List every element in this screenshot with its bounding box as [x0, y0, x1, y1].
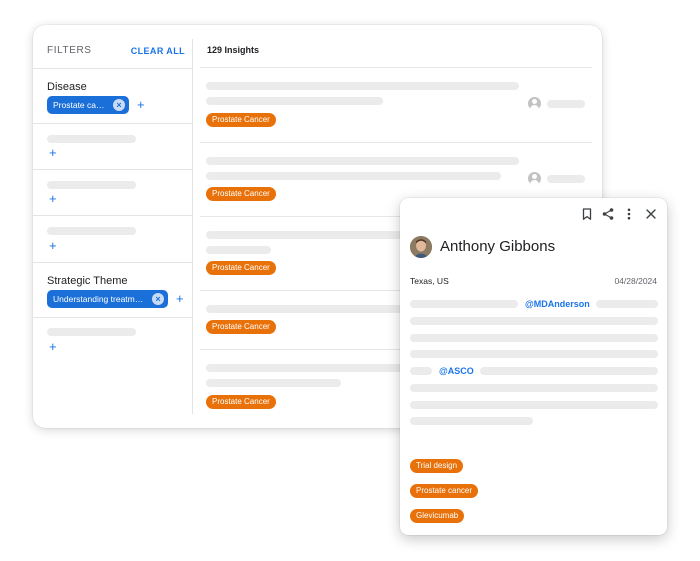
post-date: 04/28/2024	[614, 276, 657, 286]
detail-tag[interactable]: Glevicumab	[410, 509, 465, 523]
insight-tag[interactable]: Prostate Cancer	[206, 320, 276, 334]
close-circle-icon[interactable]: ×	[152, 293, 164, 305]
placeholder-bar	[547, 100, 585, 108]
plus-icon[interactable]: +	[49, 146, 57, 159]
author-name: Anthony Gibbons	[440, 238, 556, 255]
insight-detail-card: Anthony Gibbons Texas, US 04/28/2024 @MD…	[400, 198, 667, 535]
filter-group-placeholder: +	[33, 215, 193, 262]
detail-tag[interactable]: Prostate cancer	[410, 484, 479, 498]
filter-chip-prostate-cancer[interactable]: Prostate cancer ×	[47, 96, 129, 114]
filter-group-label: Disease	[47, 81, 87, 93]
filter-chip-label: Prostate cancer	[53, 100, 107, 110]
detail-tag[interactable]: Trial design	[410, 459, 464, 473]
plus-icon[interactable]: +	[137, 98, 145, 111]
clear-all-button[interactable]: CLEAR ALL	[131, 46, 185, 56]
bookmark-icon[interactable]	[580, 207, 594, 221]
insight-tag[interactable]: Prostate Cancer	[206, 261, 276, 275]
placeholder-bar	[47, 227, 136, 235]
placeholder-bar	[480, 367, 658, 375]
plus-icon[interactable]: +	[49, 239, 57, 252]
filters-title: FILTERS	[47, 45, 92, 56]
user-icon	[528, 97, 541, 110]
close-icon[interactable]	[644, 207, 658, 221]
placeholder-bar	[206, 364, 406, 372]
plus-icon[interactable]: +	[176, 292, 184, 305]
avatar	[410, 236, 432, 258]
placeholder-bar	[47, 328, 136, 336]
filters-sidebar: FILTERS CLEAR ALL Disease Prostate cance…	[33, 25, 193, 428]
placeholder-bar	[410, 401, 658, 409]
mention-link[interactable]: @MDAnderson	[525, 299, 590, 309]
placeholder-bar	[47, 181, 136, 189]
insight-tag[interactable]: Prostate Cancer	[206, 113, 276, 127]
placeholder-bar	[206, 231, 406, 239]
filter-chip-label: Understanding treatment...	[53, 294, 146, 304]
sidebar-divider	[192, 39, 193, 414]
mention-link[interactable]: @ASCO	[439, 366, 474, 376]
user-icon	[528, 172, 541, 185]
divider	[200, 67, 592, 68]
close-circle-icon[interactable]: ×	[113, 99, 125, 111]
share-icon[interactable]	[601, 207, 615, 221]
placeholder-bar	[206, 246, 271, 254]
placeholder-bar	[206, 379, 341, 387]
placeholder-bar	[410, 417, 533, 425]
more-vert-icon[interactable]	[622, 207, 636, 221]
plus-icon[interactable]: +	[49, 340, 57, 353]
placeholder-bar	[206, 157, 519, 165]
filter-group-strategic-theme: Strategic Theme Understanding treatment.…	[33, 262, 193, 317]
filter-group-label: Strategic Theme	[47, 275, 128, 287]
placeholder-bar	[410, 317, 658, 325]
plus-icon[interactable]: +	[49, 192, 57, 205]
filter-group-placeholder: +	[33, 123, 193, 169]
placeholder-bar	[410, 300, 518, 308]
placeholder-bar	[410, 384, 658, 392]
placeholder-bar	[410, 350, 658, 358]
author-location: Texas, US	[410, 276, 449, 286]
placeholder-bar	[206, 305, 406, 313]
divider	[200, 142, 592, 143]
placeholder-bar	[206, 172, 501, 180]
placeholder-bar	[47, 135, 136, 143]
placeholder-bar	[206, 82, 519, 90]
placeholder-bar	[596, 300, 658, 308]
filter-group-placeholder: +	[33, 317, 193, 363]
placeholder-bar	[206, 97, 383, 105]
insight-tag[interactable]: Prostate Cancer	[206, 187, 276, 201]
placeholder-bar	[410, 367, 432, 375]
insight-tag[interactable]: Prostate Cancer	[206, 395, 276, 409]
insights-count: 129 Insights	[207, 45, 260, 55]
filter-chip-strategic-theme[interactable]: Understanding treatment... ×	[47, 290, 168, 308]
placeholder-bar	[547, 175, 585, 183]
filter-group-disease: Disease Prostate cancer × +	[33, 68, 193, 123]
filter-group-placeholder: +	[33, 169, 193, 215]
filters-header: FILTERS CLEAR ALL	[47, 45, 185, 56]
placeholder-bar	[410, 334, 658, 342]
